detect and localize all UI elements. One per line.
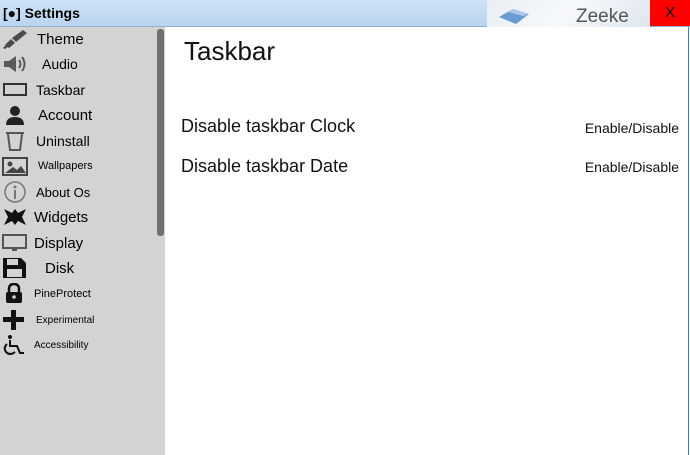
sidebar-item-label: Taskbar — [36, 82, 86, 98]
background-window-strip: Zeeke — [487, 0, 650, 27]
image-icon — [1, 155, 29, 177]
close-button[interactable]: X — [650, 0, 690, 26]
puzzle-icon — [1, 206, 29, 228]
toggle-date-button[interactable]: Enable/Disable — [585, 159, 679, 175]
info-icon — [1, 181, 29, 203]
sidebar-item-label: Accessibility — [34, 340, 89, 351]
background-window-text: Zeeke — [576, 6, 629, 27]
window-title: [●] Settings — [3, 5, 80, 21]
background-logo-icon — [499, 9, 529, 24]
sidebar-item-label: Disk — [45, 260, 75, 277]
lock-icon — [1, 283, 29, 305]
page-title: Taskbar — [184, 36, 276, 66]
user-icon — [1, 104, 29, 126]
sidebar-item-label: Experimental — [36, 315, 95, 326]
sidebar-item-display[interactable]: Display — [0, 231, 156, 256]
title-bar[interactable]: [●] Settings Zeeke X — [0, 0, 690, 27]
toggle-clock-button[interactable]: Enable/Disable — [585, 120, 679, 136]
sidebar-item-label: Widgets — [34, 209, 89, 226]
sidebar-item-about-os[interactable]: About Os — [0, 180, 156, 205]
sidebar-item-label: Account — [38, 107, 93, 124]
sidebar-item-label: Uninstall — [36, 133, 90, 149]
sidebar-item-taskbar[interactable]: Taskbar — [0, 78, 156, 103]
sidebar-item-pineprotect[interactable]: PineProtect — [0, 282, 156, 307]
sidebar: Theme Audio Taskbar Account Uninstall Wa… — [0, 27, 165, 455]
sidebar-item-account[interactable]: Account — [0, 103, 156, 128]
setting-label-clock: Disable taskbar Clock — [181, 116, 356, 136]
floppy-icon — [1, 257, 29, 279]
sidebar-item-label: Wallpapers — [38, 160, 93, 172]
plus-icon — [1, 309, 29, 331]
settings-panel: Taskbar Disable taskbar Clock Enable/Dis… — [165, 27, 689, 455]
sidebar-item-uninstall[interactable]: Uninstall — [0, 129, 156, 154]
speaker-icon — [1, 53, 29, 75]
sidebar-item-experimental[interactable]: Experimental — [0, 308, 156, 333]
sidebar-item-disk[interactable]: Disk — [0, 256, 156, 281]
sidebar-item-label: Audio — [42, 56, 78, 72]
trash-icon — [1, 130, 29, 152]
accessibility-icon — [1, 334, 29, 356]
sidebar-item-widgets[interactable]: Widgets — [0, 205, 156, 230]
sidebar-item-label: About Os — [36, 185, 91, 200]
setting-label-date: Disable taskbar Date — [181, 156, 349, 176]
sidebar-item-label: Theme — [37, 31, 84, 48]
sidebar-item-label: PineProtect — [34, 288, 91, 300]
monitor-icon — [1, 232, 29, 254]
sidebar-item-wallpapers[interactable]: Wallpapers — [0, 154, 156, 179]
sidebar-item-accessibility[interactable]: Accessibility — [0, 333, 156, 358]
sidebar-item-label: Display — [34, 235, 84, 252]
brush-icon — [1, 28, 29, 50]
taskbar-icon — [1, 79, 29, 101]
sidebar-item-theme[interactable]: Theme — [0, 27, 156, 52]
sidebar-scrollbar[interactable] — [157, 29, 164, 236]
sidebar-item-audio[interactable]: Audio — [0, 52, 156, 77]
